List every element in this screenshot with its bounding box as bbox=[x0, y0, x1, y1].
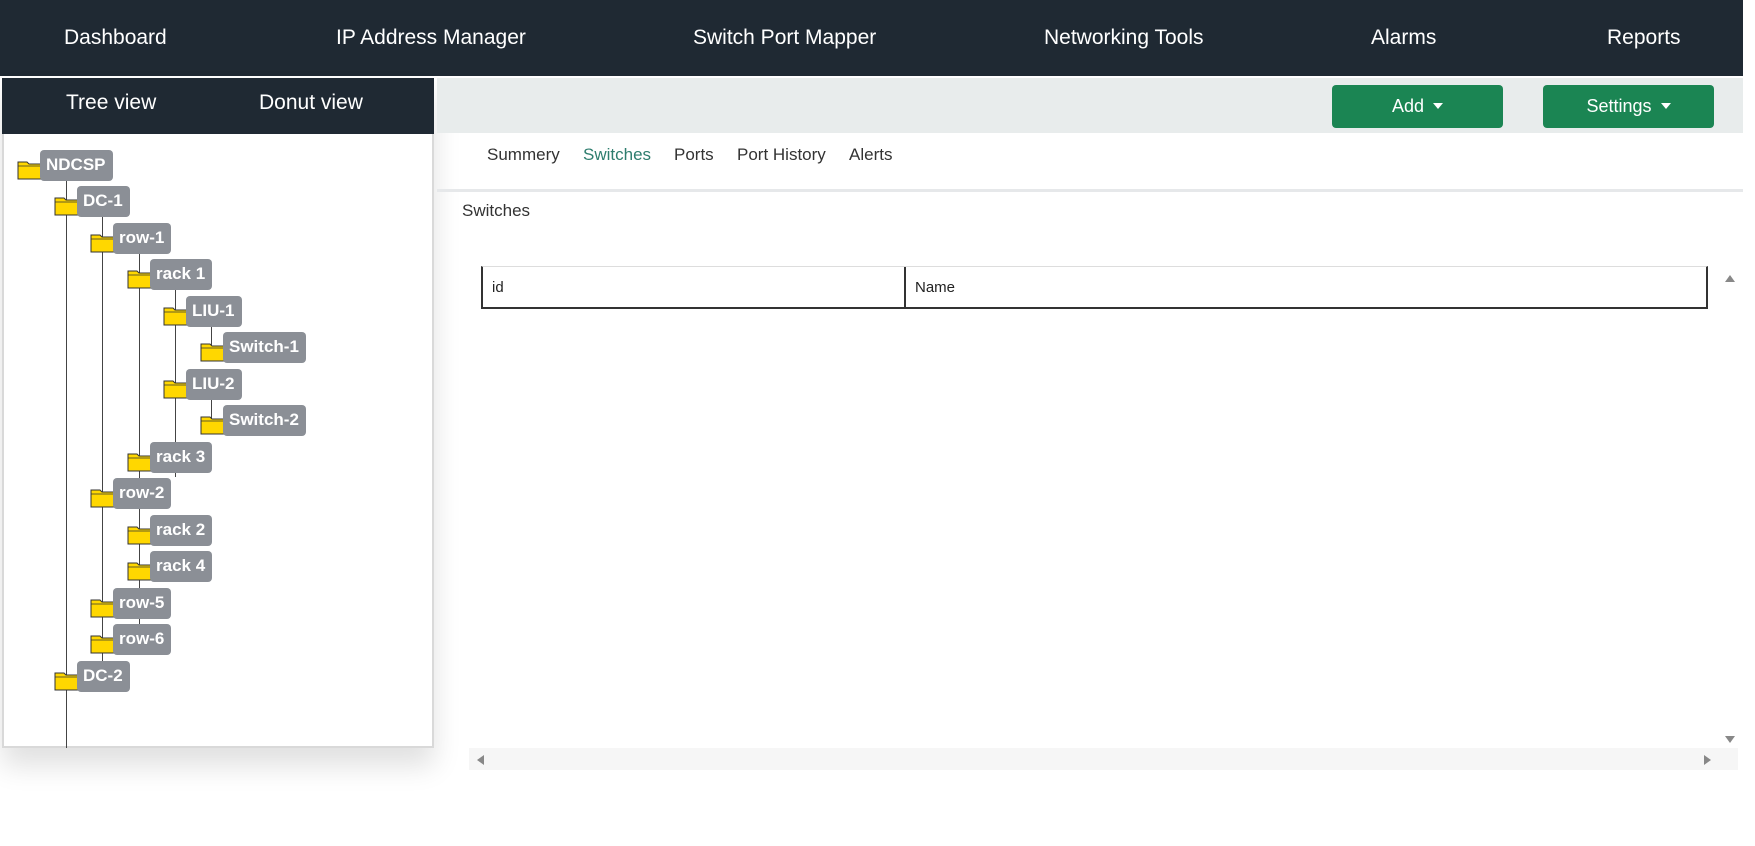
tab-ports[interactable]: Ports bbox=[674, 143, 714, 167]
tree-node-label: rack 1 bbox=[150, 259, 213, 290]
tree-node-label: rack 4 bbox=[150, 551, 213, 582]
view-tabs: Tree view Donut view bbox=[2, 78, 434, 134]
tree-node-label: LIU-2 bbox=[186, 369, 242, 400]
nav-switch-port-mapper[interactable]: Switch Port Mapper bbox=[693, 0, 876, 76]
table-header: id Name bbox=[481, 266, 1708, 309]
tab-donut-view[interactable]: Donut view bbox=[259, 78, 363, 134]
tree-node-label: DC-1 bbox=[77, 186, 130, 217]
nav-alarms[interactable]: Alarms bbox=[1371, 0, 1436, 76]
tab-summery[interactable]: Summery bbox=[487, 143, 560, 167]
tree-node-label: rack 2 bbox=[150, 515, 213, 546]
nav-ip-address-manager[interactable]: IP Address Manager bbox=[336, 0, 526, 76]
tree-node-label: LIU-1 bbox=[186, 296, 242, 327]
tree-connector bbox=[102, 212, 103, 692]
caret-down-icon bbox=[1660, 103, 1671, 109]
scroll-right-arrow-icon[interactable] bbox=[1704, 755, 1711, 765]
caret-down-icon bbox=[1433, 103, 1444, 109]
horizontal-scrollbar[interactable] bbox=[469, 748, 1738, 770]
add-button-label: Add bbox=[1391, 96, 1425, 116]
tab-switches[interactable]: Switches bbox=[583, 143, 651, 167]
tree-node-label: rack 3 bbox=[150, 442, 213, 473]
tree-node-label: row-6 bbox=[113, 624, 172, 655]
tree-connector bbox=[66, 175, 67, 748]
nav-networking-tools[interactable]: Networking Tools bbox=[1044, 0, 1204, 76]
column-header-id[interactable]: id bbox=[483, 267, 906, 308]
tree-panel: Tree view Donut view NDCSP DC-1 row-1 ra… bbox=[2, 78, 434, 748]
tree-node-label: row-2 bbox=[113, 478, 172, 509]
column-header-name[interactable]: Name bbox=[906, 267, 1706, 308]
tree-node-label: row-5 bbox=[113, 588, 172, 619]
tree-node-label: row-1 bbox=[113, 223, 172, 254]
settings-button-label: Settings bbox=[1586, 96, 1652, 116]
scroll-up-arrow-icon[interactable] bbox=[1725, 275, 1735, 282]
scroll-left-arrow-icon[interactable] bbox=[477, 755, 484, 765]
tree-node-label: NDCSP bbox=[40, 150, 113, 181]
nav-reports[interactable]: Reports bbox=[1607, 0, 1681, 76]
section-title: Switches bbox=[462, 201, 531, 220]
tree-node-label: Switch-2 bbox=[223, 405, 306, 436]
top-navigation-bar: Dashboard IP Address Manager Switch Port… bbox=[0, 0, 1743, 76]
tab-tree-view[interactable]: Tree view bbox=[66, 78, 156, 134]
tab-alerts[interactable]: Alerts bbox=[849, 143, 892, 167]
switches-table: id Name bbox=[469, 263, 1738, 769]
add-button[interactable]: Add bbox=[1332, 85, 1503, 128]
tab-port-history[interactable]: Port History bbox=[737, 143, 826, 167]
scroll-down-arrow-icon[interactable] bbox=[1725, 736, 1735, 743]
tree-node-label: Switch-1 bbox=[223, 332, 306, 363]
nav-dashboard[interactable]: Dashboard bbox=[64, 0, 167, 76]
settings-button[interactable]: Settings bbox=[1543, 85, 1714, 128]
tree-node-label: DC-2 bbox=[77, 661, 130, 692]
